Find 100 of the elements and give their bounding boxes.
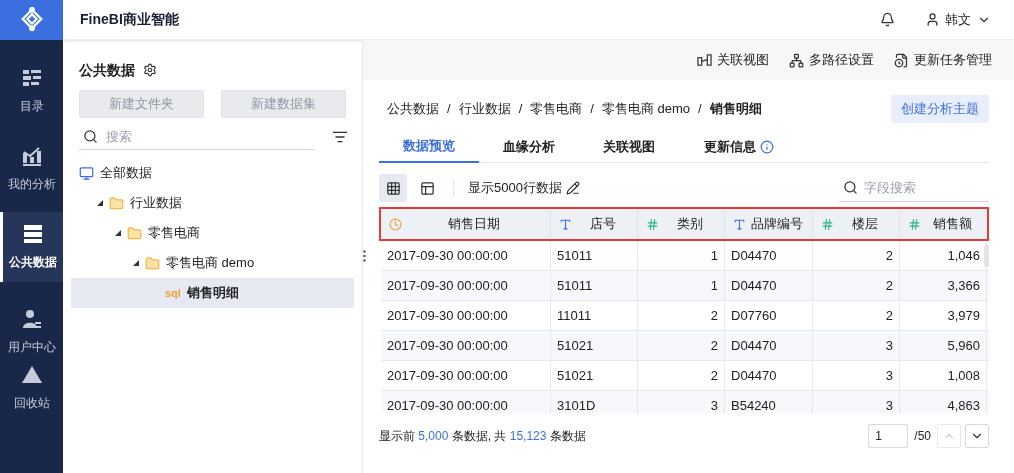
tree-item[interactable]: 行业数据 (71, 188, 354, 218)
column-header[interactable]: 销售额 (900, 209, 987, 239)
nav-item[interactable]: 回收站 (0, 360, 63, 416)
table-cell: 5,960 (900, 331, 987, 360)
create-topic-button[interactable]: 创建分析主题 (891, 95, 989, 123)
column-header[interactable]: 品牌编号 (725, 209, 813, 239)
breadcrumb-item: 销售明细 (709, 100, 762, 119)
breadcrumb-item[interactable]: 行业数据 (458, 99, 511, 119)
table-cell: D04470 (725, 271, 813, 300)
nav-item[interactable]: 用户中心 (0, 304, 63, 360)
grid-icon (385, 180, 401, 196)
panel-title: 公共数据 (79, 60, 135, 80)
column-header[interactable]: 销售日期 (381, 209, 551, 239)
tab[interactable]: 更新信息 (679, 131, 799, 163)
breadcrumb-separator: / (447, 100, 451, 119)
table-cell: 1 (638, 271, 725, 300)
folder-icon (109, 195, 124, 211)
table-cell: 2017-09-30 00:00:00 (381, 241, 551, 270)
breadcrumb-item[interactable]: 公共数据 (387, 99, 439, 119)
table-cell: 1 (638, 241, 725, 270)
table-cell: 11011 (551, 301, 638, 330)
table-cell: 2 (638, 331, 725, 360)
layout-icon (419, 180, 435, 196)
table-cell: 3101D (551, 391, 638, 413)
breadcrumb-item[interactable]: 零售电商 (530, 99, 583, 119)
sort-filter-icon[interactable] (332, 129, 348, 145)
page-input[interactable]: 1 (868, 424, 909, 448)
scrollbar-thumb[interactable] (984, 245, 989, 267)
settings-icon[interactable] (143, 63, 157, 77)
edit-icon[interactable] (565, 181, 580, 195)
table-cell: 3,366 (900, 271, 987, 300)
table-cell: D04470 (725, 361, 813, 390)
grid-view-button[interactable] (379, 174, 407, 202)
column-header[interactable]: 店号 (551, 209, 638, 239)
page-total: /50 (914, 428, 931, 445)
table-cell: 4,863 (900, 391, 987, 413)
nav-item[interactable]: 目录 (0, 56, 63, 126)
table-cell: 3 (813, 361, 900, 390)
nav-item[interactable]: 公共数据 (0, 212, 63, 282)
tab[interactable]: 数据预览 (379, 131, 479, 163)
monitor-icon (79, 165, 94, 181)
table-cell: 2017-09-30 00:00:00 (381, 391, 551, 413)
hierarchy-icon (789, 52, 804, 68)
column-header[interactable]: 楼层 (813, 209, 900, 239)
table-cell: 51011 (551, 271, 638, 300)
tree-item[interactable]: 全部数据 (71, 158, 354, 188)
table-cell: 2017-09-30 00:00:00 (381, 301, 551, 330)
user-name[interactable]: 韩文 (945, 9, 971, 30)
file-clock-icon (894, 52, 909, 68)
expanded-caret-icon[interactable] (115, 230, 121, 236)
record-count-text: 显示前 5,000 条数据, 共 15,123 条数据 (379, 428, 586, 445)
tab[interactable]: 血缘分析 (479, 131, 579, 163)
table-cell: 2 (813, 301, 900, 330)
field-search[interactable]: 字段搜索 (864, 177, 974, 198)
bell-icon[interactable] (880, 12, 895, 27)
table-cell: 2 (813, 271, 900, 300)
chart-icon (20, 145, 43, 167)
tree-item[interactable]: sql 销售明细 (71, 278, 354, 308)
tree-item[interactable]: 零售电商 (71, 218, 354, 248)
table-cell: 2 (813, 241, 900, 270)
table-cell: 2017-09-30 00:00:00 (381, 271, 551, 300)
table-cell: 51021 (551, 331, 638, 360)
breadcrumb-item[interactable]: 零售电商 demo (601, 99, 690, 119)
table-cell: 1,008 (900, 361, 987, 390)
user-icon[interactable] (925, 12, 940, 27)
next-page-button[interactable] (965, 424, 989, 448)
table-cell: B54240 (725, 391, 813, 413)
tree-item[interactable]: 零售电商 demo (71, 248, 354, 278)
triangle-icon (20, 364, 43, 386)
expanded-caret-icon[interactable] (133, 260, 139, 266)
table-cell: 51011 (551, 241, 638, 270)
search-field[interactable]: 搜索 (106, 126, 286, 147)
number-type-icon (908, 217, 921, 231)
breadcrumb-separator: / (518, 100, 523, 119)
info-icon[interactable] (760, 140, 774, 154)
table-cell: 3 (638, 391, 725, 413)
nav-item[interactable]: 我的分析 (0, 134, 63, 204)
folder-icon (127, 225, 142, 241)
table-cell: D04470 (725, 331, 813, 360)
search-icon (843, 180, 858, 195)
text-type-icon (733, 217, 746, 231)
row-limit-label: 显示5000行数据 (468, 179, 562, 198)
toolbar-button[interactable]: 更新任务管理 (894, 50, 992, 70)
toolbar-button[interactable]: 关联视图 (697, 50, 769, 70)
search-icon (83, 129, 98, 144)
table-cell: 51021 (551, 361, 638, 390)
drag-handle-icon[interactable] (363, 250, 366, 262)
table-cell: 2017-09-30 00:00:00 (381, 361, 551, 390)
column-header[interactable]: 类别 (638, 209, 725, 239)
list-icon (20, 67, 43, 89)
expanded-caret-icon[interactable] (97, 200, 103, 206)
database-icon (22, 223, 44, 245)
table-cell: 2017-09-30 00:00:00 (381, 331, 551, 360)
number-type-icon (646, 217, 659, 231)
tab[interactable]: 关联视图 (579, 131, 679, 163)
relation-icon (697, 52, 712, 68)
folder-icon (145, 255, 160, 271)
table-cell: 3 (813, 391, 900, 413)
toolbar-button[interactable]: 多路径设置 (789, 50, 874, 70)
table-cell: 3,979 (900, 301, 987, 330)
